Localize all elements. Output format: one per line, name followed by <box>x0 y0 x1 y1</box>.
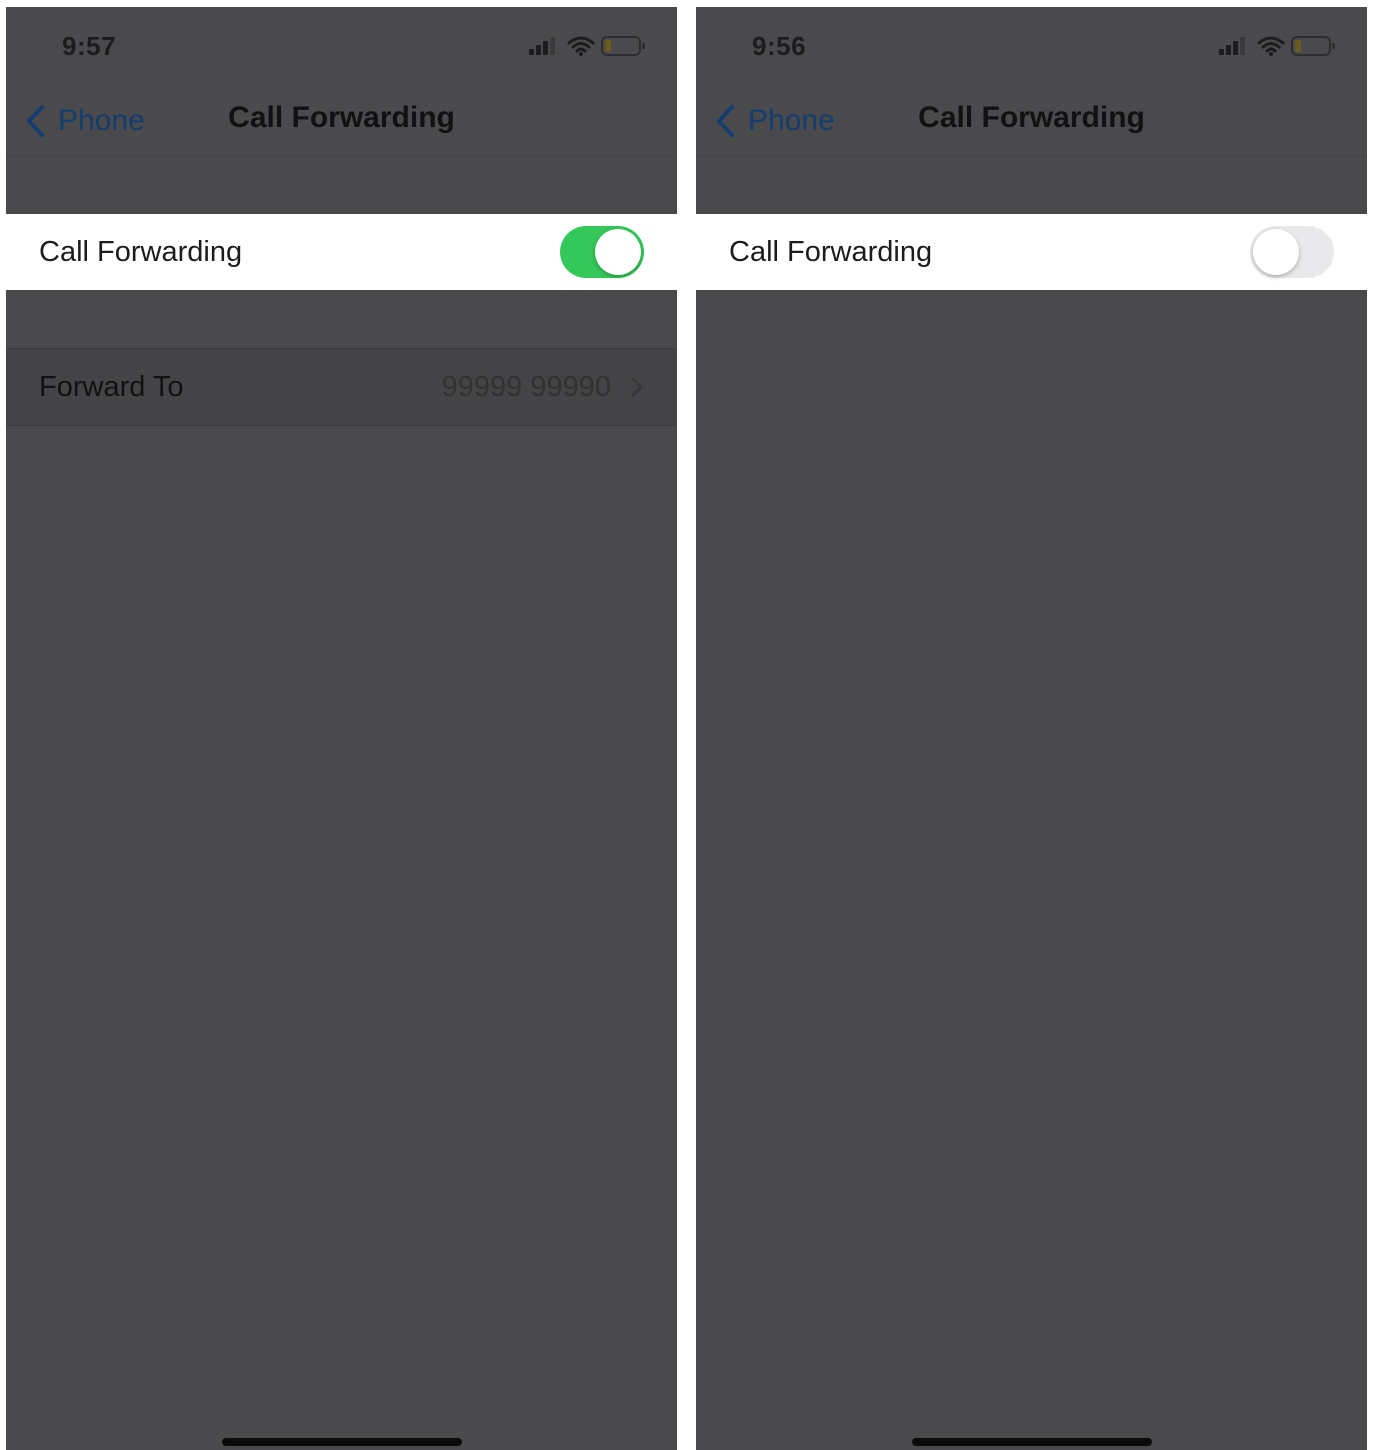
forward-to-number: 99999 99990 <box>441 371 611 403</box>
forward-to-row[interactable]: Forward To 99999 99990 <box>6 348 677 426</box>
home-indicator[interactable] <box>222 1438 462 1446</box>
status-icons <box>1219 35 1339 61</box>
cellular-signal-icon <box>1219 37 1245 55</box>
call-forwarding-label: Call Forwarding <box>39 236 243 268</box>
navigation-bar: Phone Call Forwarding <box>696 87 1367 156</box>
chevron-right-icon <box>631 377 643 397</box>
battery-low-icon <box>1291 36 1335 56</box>
call-forwarding-label: Call Forwarding <box>729 236 933 268</box>
toggle-knob <box>1253 229 1299 275</box>
status-icons <box>529 35 649 61</box>
call-forwarding-row: Call Forwarding <box>696 214 1367 290</box>
page-title: Call Forwarding <box>918 101 1145 134</box>
call-forwarding-row: Call Forwarding <box>6 214 677 290</box>
status-time: 9:56 <box>752 31 807 61</box>
wifi-icon <box>1257 36 1285 56</box>
status-bar: 9:56 <box>696 7 1367 87</box>
toggle-knob <box>595 229 641 275</box>
navigation-bar: Phone Call Forwarding <box>6 87 677 156</box>
home-indicator[interactable] <box>912 1438 1152 1446</box>
call-forwarding-toggle[interactable] <box>1250 226 1334 278</box>
call-forwarding-toggle[interactable] <box>560 226 644 278</box>
status-bar: 9:57 <box>6 7 677 87</box>
phone-screen-forwarding-on: 9:57 Phone Call Forwarding Call Forwardi… <box>6 7 677 1450</box>
wifi-icon <box>567 36 595 56</box>
battery-low-icon <box>601 36 645 56</box>
page-title: Call Forwarding <box>228 101 455 134</box>
phone-screen-forwarding-off: 9:56 Phone Call Forwarding Call Forwardi… <box>696 7 1367 1450</box>
status-time: 9:57 <box>62 31 117 61</box>
cellular-signal-icon <box>529 37 555 55</box>
forward-to-label: Forward To <box>39 371 184 403</box>
